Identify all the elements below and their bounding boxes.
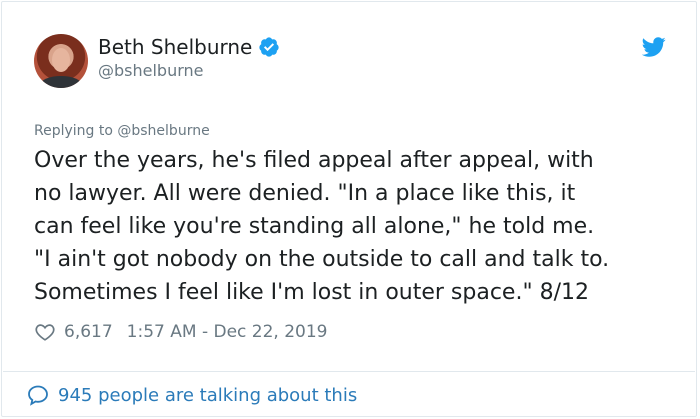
tweet-card: Beth Shelburne @bshelburne Replying to @… xyxy=(1,1,697,417)
conversation-link[interactable]: 945 people are talking about this xyxy=(26,383,357,407)
tweet-text: Over the years, he's filed appeal after … xyxy=(34,148,610,305)
speech-bubble-icon xyxy=(28,385,48,406)
divider xyxy=(3,371,695,372)
avatar-shirt xyxy=(40,76,82,88)
avatar-face xyxy=(52,48,70,72)
author-name[interactable]: Beth Shelburne xyxy=(98,35,252,59)
avatar[interactable] xyxy=(34,34,88,88)
twitter-bird-icon[interactable] xyxy=(642,35,666,59)
tweet-meta: 6,617 1:57 AM - Dec 22, 2019 xyxy=(34,321,328,343)
author-handle[interactable]: @bshelburne xyxy=(98,61,204,80)
tweet-timestamp[interactable]: 1:57 AM - Dec 22, 2019 xyxy=(127,322,328,342)
like-count[interactable]: 6,617 xyxy=(64,322,113,342)
replying-to[interactable]: Replying to @bshelburne xyxy=(34,123,210,139)
heart-icon[interactable] xyxy=(34,321,56,343)
conversation-count[interactable]: 945 people are talking about this xyxy=(58,385,357,406)
author-row: Beth Shelburne xyxy=(98,35,280,59)
verified-badge-icon xyxy=(259,37,279,57)
